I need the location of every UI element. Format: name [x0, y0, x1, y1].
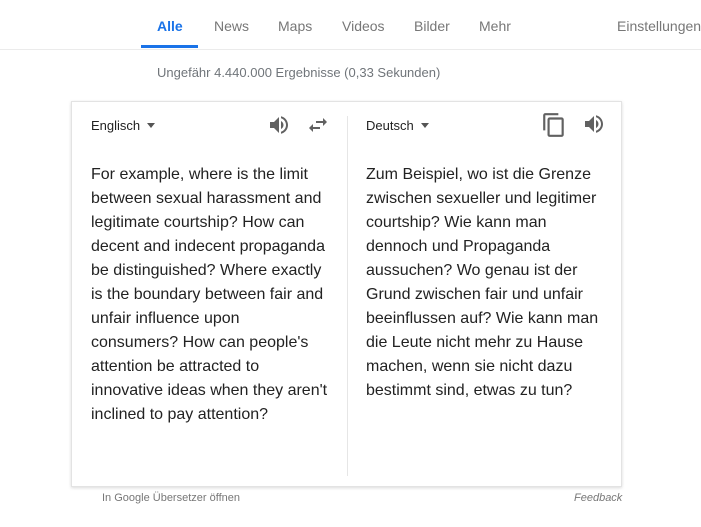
speaker-icon[interactable] [267, 113, 291, 137]
translated-text: Zum Beispiel, wo ist die Grenze zwischen… [366, 166, 599, 399]
tab-alle[interactable]: Alle [157, 18, 183, 34]
target-language-label: Deutsch [366, 118, 414, 133]
feedback-link[interactable]: Feedback [574, 492, 622, 504]
tab-videos[interactable]: Videos [342, 18, 385, 34]
source-text[interactable]: For example, where is the limit between … [91, 163, 331, 427]
copy-icon[interactable] [541, 112, 567, 138]
swap-arrows-icon[interactable] [306, 113, 330, 137]
tab-maps[interactable]: Maps [278, 18, 312, 34]
panel-divider [347, 116, 348, 476]
tab-bilder[interactable]: Bilder [414, 18, 450, 34]
source-language-select[interactable]: Englisch [91, 118, 156, 133]
source-language-label: Englisch [91, 118, 141, 133]
settings-link[interactable]: Einstellungen [617, 18, 701, 34]
target-language-select[interactable]: Deutsch [366, 118, 429, 133]
tab-mehr[interactable]: Mehr [479, 18, 511, 34]
result-stats: Ungefähr 4.440.000 Ergebnisse (0,33 Seku… [157, 65, 441, 80]
speaker-icon[interactable] [582, 112, 606, 136]
chevron-down-icon [420, 123, 429, 128]
translate-widget: Englisch Deutsch For example, where is t… [71, 101, 622, 487]
tab-news[interactable]: News [214, 18, 249, 34]
active-tab-indicator [141, 45, 198, 48]
open-in-translate-link[interactable]: In Google Übersetzer öffnen [102, 492, 240, 504]
chevron-down-icon [147, 123, 156, 128]
search-tabs-bar: Alle News Maps Videos Bilder Mehr Einste… [0, 0, 701, 50]
